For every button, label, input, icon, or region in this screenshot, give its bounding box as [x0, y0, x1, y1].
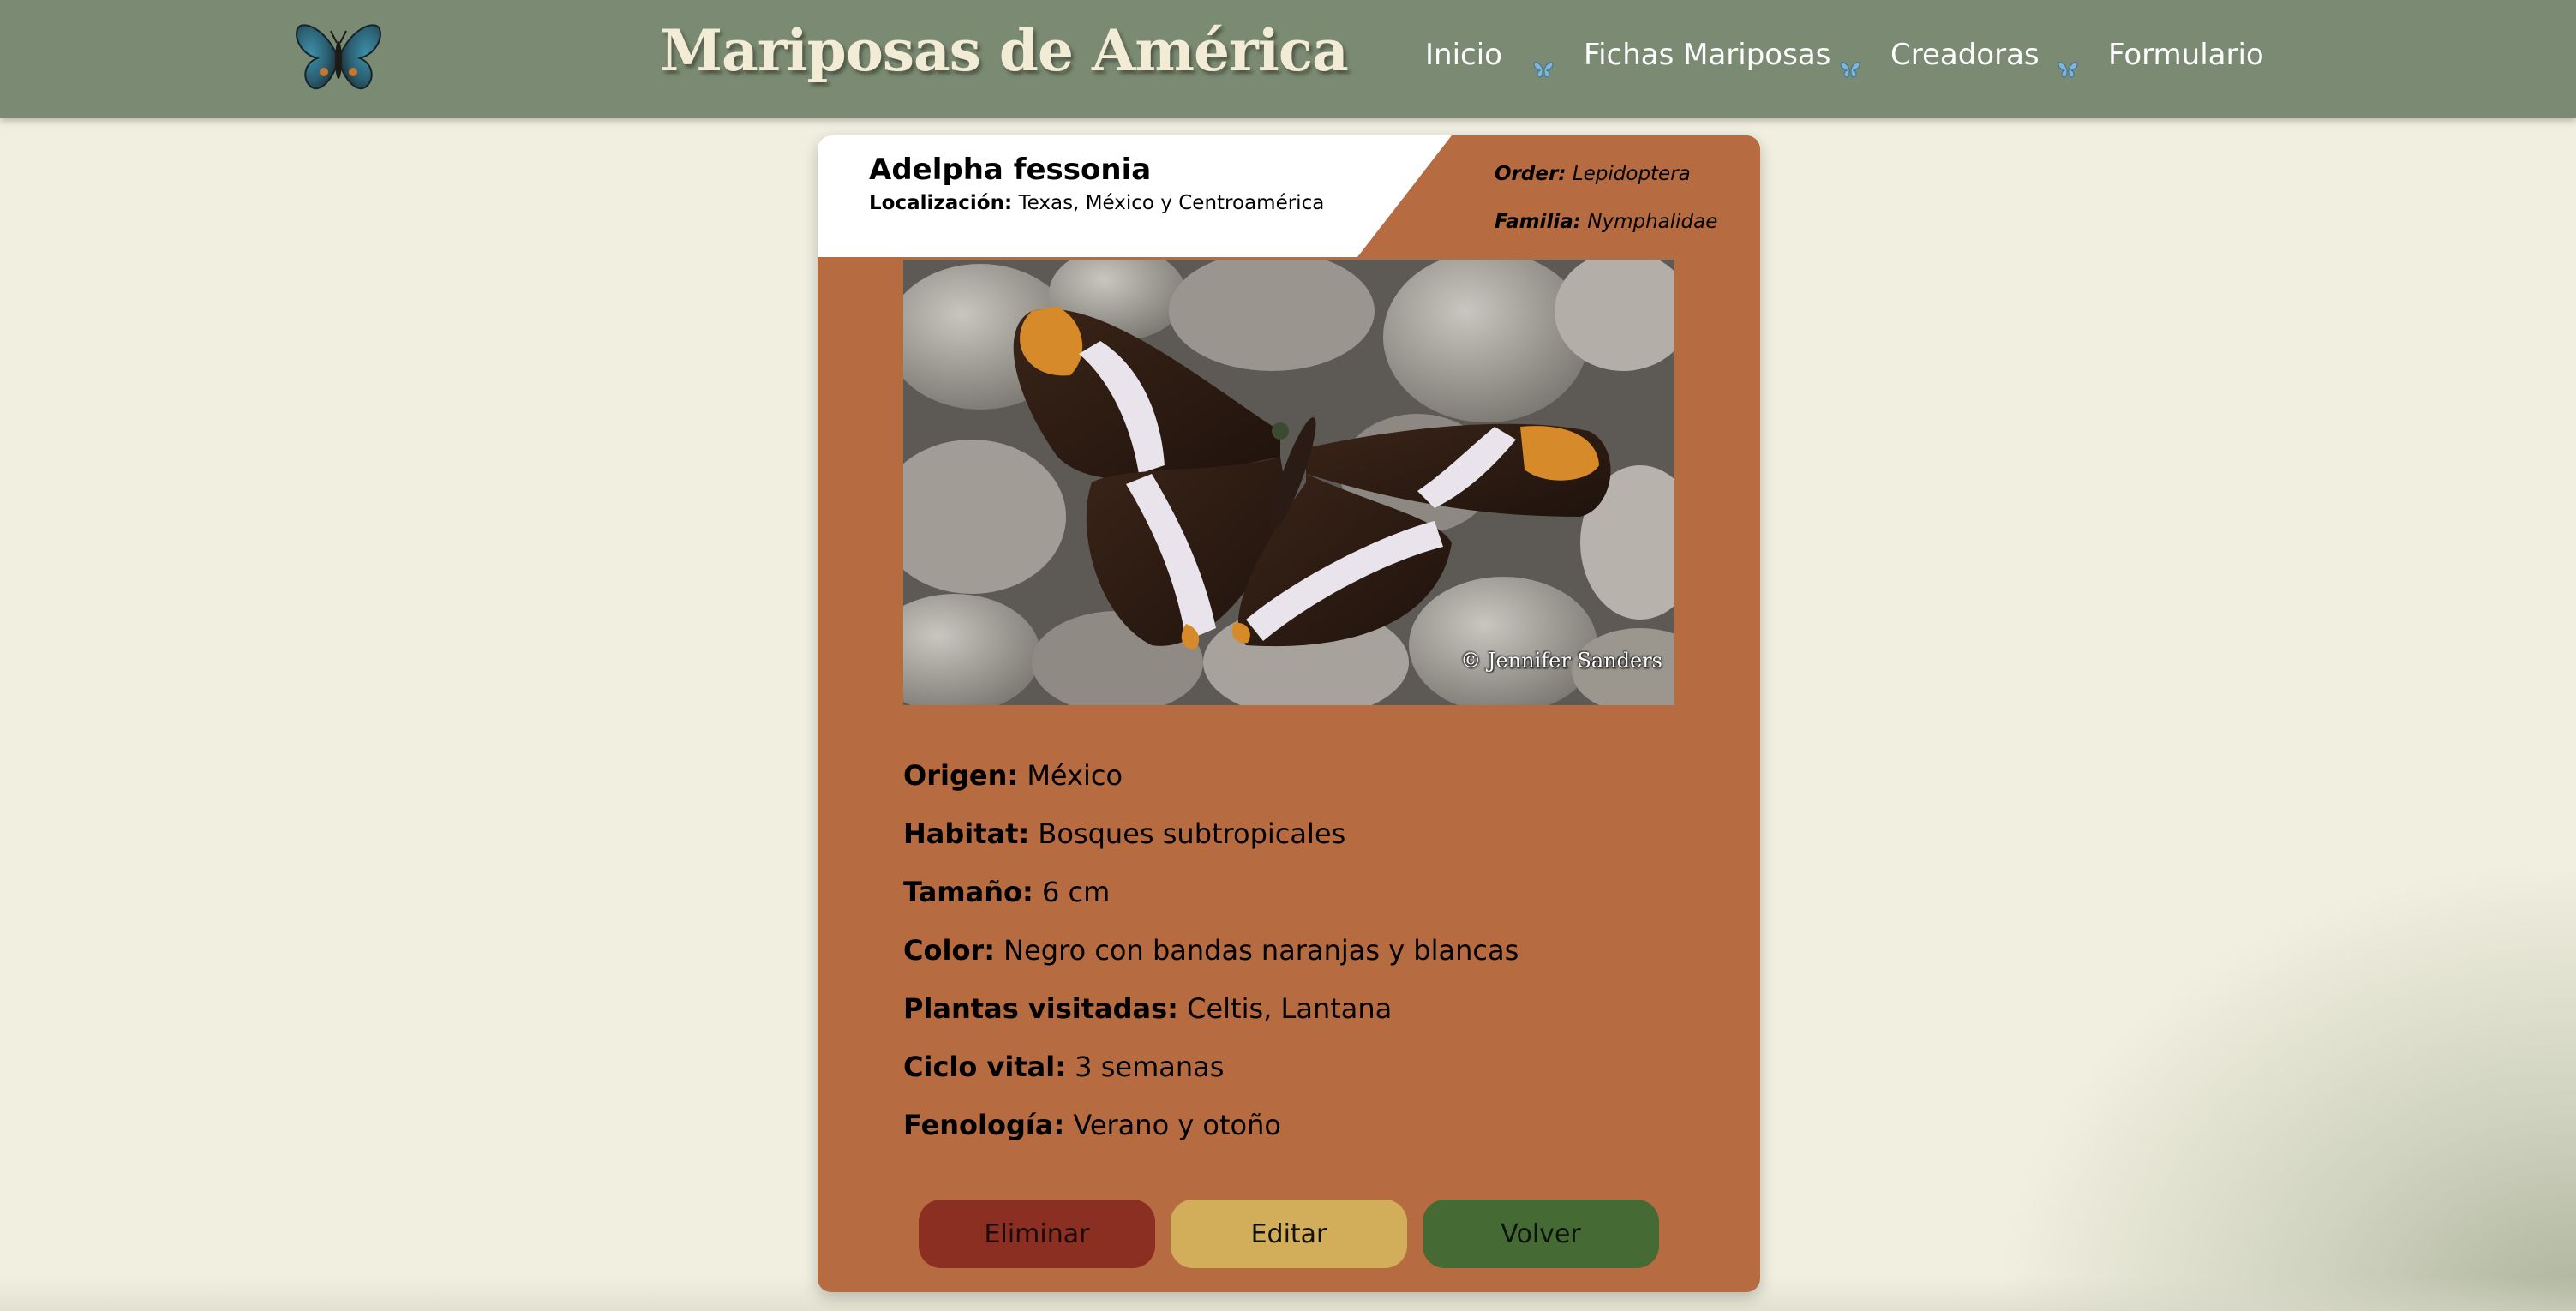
fact-habitat: Habitat: Bosques subtropicales [903, 817, 1345, 850]
fact-value: Celtis, Lantana [1187, 992, 1393, 1025]
site-header: Mariposas de América Inicio Fichas Marip… [0, 0, 2576, 118]
site-title: Mariposas de América [660, 17, 1349, 84]
photo-credit: © Jennifer Sanders [1460, 649, 1662, 673]
fact-ciclo-vital: Ciclo vital: 3 semanas [903, 1051, 1224, 1083]
location-line: Localización: Texas, México y Centroamér… [869, 192, 1324, 214]
nav-link-creadoras[interactable]: Creadoras [1890, 38, 2040, 72]
small-butterfly-icon [2057, 60, 2079, 79]
fact-value: Verano y otoño [1073, 1109, 1281, 1141]
fact-color: Color: Negro con bandas naranjas y blanc… [903, 934, 1519, 967]
edit-button[interactable]: Editar [1171, 1200, 1407, 1268]
nav-link-inicio[interactable]: Inicio [1425, 38, 1502, 72]
order-value: Lepidoptera [1572, 163, 1691, 185]
butterfly-card: Adelpha fessonia Localización: Texas, Mé… [818, 135, 1760, 1292]
fact-origen: Origen: México [903, 759, 1123, 792]
species-name: Adelpha fessonia [869, 153, 1152, 187]
fact-value: México [1027, 759, 1123, 792]
back-button[interactable]: Volver [1423, 1200, 1659, 1268]
fact-plantas-visitadas: Plantas visitadas: Celtis, Lantana [903, 992, 1392, 1025]
family-value: Nymphalidae [1587, 211, 1718, 233]
fact-label: Ciclo vital: [903, 1051, 1066, 1083]
fact-tamano: Tamaño: 6 cm [903, 876, 1110, 908]
butterfly-photo: © Jennifer Sanders [903, 260, 1674, 705]
nav-link-formulario[interactable]: Formulario [2108, 38, 2264, 72]
order-label: Order: [1495, 163, 1567, 185]
nav-link-fichas-mariposas[interactable]: Fichas Mariposas [1584, 38, 1830, 72]
order-line: Order: Lepidoptera [1495, 163, 1691, 185]
fact-value: 6 cm [1041, 876, 1111, 908]
location-value: Texas, México y Centroamérica [1018, 192, 1325, 214]
fact-label: Plantas visitadas: [903, 992, 1178, 1025]
fact-value: 3 semanas [1075, 1051, 1225, 1083]
family-label: Familia: [1495, 211, 1581, 233]
fact-label: Color: [903, 934, 995, 967]
fact-value: Bosques subtropicales [1038, 817, 1346, 850]
small-butterfly-icon [1839, 60, 1861, 79]
family-line: Familia: Nymphalidae [1495, 211, 1717, 233]
fact-label: Fenología: [903, 1109, 1065, 1141]
small-butterfly-icon [1532, 60, 1555, 79]
fact-fenologia: Fenología: Verano y otoño [903, 1109, 1281, 1141]
location-label: Localización: [869, 192, 1013, 214]
butterfly-logo-icon[interactable] [291, 21, 386, 98]
fact-label: Tamaño: [903, 876, 1033, 908]
fact-label: Origen: [903, 759, 1019, 792]
delete-button[interactable]: Eliminar [919, 1200, 1155, 1268]
fact-value: Negro con bandas naranjas y blancas [1003, 934, 1519, 967]
fact-label: Habitat: [903, 817, 1030, 850]
